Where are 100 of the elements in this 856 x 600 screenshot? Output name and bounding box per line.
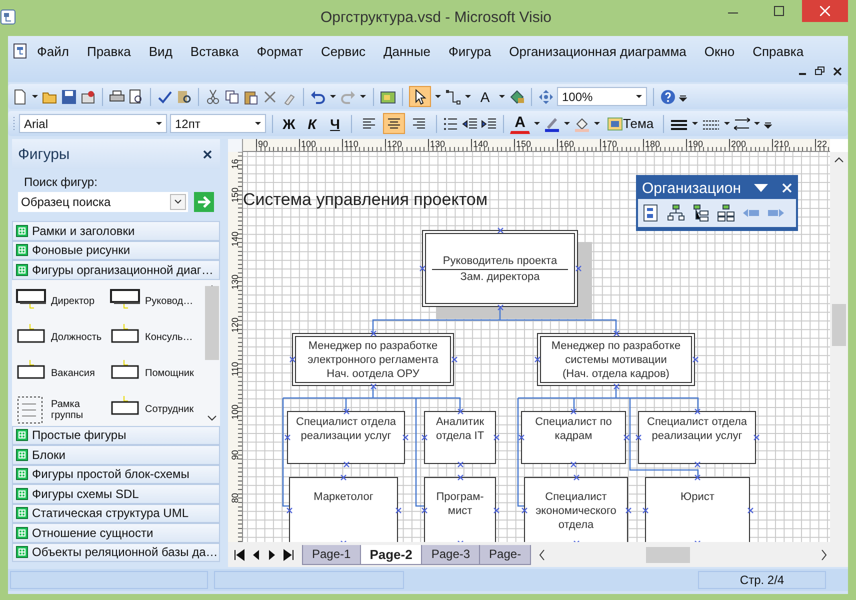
fill-bucket-icon[interactable] — [574, 116, 590, 132]
master-shape-item[interactable]: Консуль… — [110, 320, 204, 356]
previous-page-icon[interactable] — [251, 548, 261, 560]
new-document-icon[interactable] — [12, 88, 28, 104]
master-shape-item[interactable]: Руковод… — [110, 284, 204, 320]
save-icon[interactable] — [61, 88, 77, 104]
app-icon[interactable] — [0, 9, 16, 25]
connector-line[interactable] — [372, 306, 617, 334]
first-page-icon[interactable] — [234, 548, 245, 560]
org-chart-node[interactable]: Маркетолог — [289, 477, 398, 542]
stencil-item[interactable]: Объекты реляционной базы да… — [12, 542, 220, 562]
org-chart-node[interactable]: Специалист отдела реализации услуг — [638, 411, 756, 464]
maximize-icon[interactable] — [774, 6, 784, 16]
help-icon[interactable] — [660, 88, 676, 104]
theme-icon[interactable] — [607, 116, 623, 132]
page-tab[interactable]: Page-2 — [360, 544, 422, 564]
menu-item[interactable]: Организационная диаграмма — [500, 44, 696, 58]
menu-item[interactable]: Файл — [28, 44, 78, 58]
pan-icon[interactable] — [538, 88, 554, 104]
dropdown-arrow-icon[interactable] — [31, 92, 39, 101]
restore-icon[interactable] — [815, 66, 825, 76]
stencil-item[interactable]: Рамки и заголовки — [12, 221, 220, 240]
search-go-icon[interactable] — [194, 192, 214, 212]
menu-item[interactable]: Данные — [374, 44, 440, 58]
stencil-item[interactable]: Фигуры схемы SDL — [12, 484, 220, 504]
scrollbar-thumb[interactable] — [646, 546, 690, 562]
menu-item[interactable]: Сервис — [312, 44, 374, 58]
undo-icon[interactable] — [310, 88, 326, 104]
org-chart-node[interactable]: Юрист — [645, 477, 750, 542]
dropdown-arrow-icon[interactable] — [498, 92, 506, 101]
horizontal-layout-icon[interactable] — [667, 204, 685, 222]
menu-item[interactable]: Фигура — [439, 44, 500, 58]
master-shape-item[interactable]: Сотрудник — [110, 392, 204, 428]
page-tab[interactable]: Page-1 — [302, 544, 361, 564]
research-icon[interactable] — [176, 88, 192, 104]
dropdown-arrow-icon[interactable] — [635, 92, 643, 101]
dropdown-arrow-icon[interactable] — [155, 119, 163, 128]
theme-button[interactable]: Тема — [604, 113, 657, 134]
dropdown-arrow-icon[interactable] — [434, 92, 442, 101]
text-tool-button[interactable]: A — [475, 86, 495, 107]
dropdown-arrow-icon[interactable] — [593, 119, 601, 128]
italic-button[interactable]: К — [302, 113, 322, 134]
font-size-combo[interactable]: 12пт — [170, 114, 266, 133]
menu-item[interactable]: Справка — [744, 44, 813, 58]
fill-color-icon[interactable] — [509, 88, 525, 104]
dropdown-arrow-icon[interactable] — [464, 92, 472, 101]
menu-item[interactable]: Окно — [695, 44, 744, 58]
last-page-icon[interactable] — [283, 548, 294, 560]
page-tab[interactable]: Page- — [479, 544, 532, 564]
zoom-combo[interactable]: 100% — [557, 87, 647, 106]
stencil-item[interactable]: Простые фигуры — [12, 426, 220, 445]
org-chart-node[interactable]: Специалист по кадрам — [521, 411, 626, 464]
menu-item[interactable]: Вид — [140, 44, 182, 58]
scroll-up-icon[interactable] — [834, 156, 844, 164]
dropdown-arrow-icon[interactable] — [329, 92, 337, 101]
search-field[interactable]: Образец поиска — [18, 192, 188, 212]
font-color-button[interactable]: A — [510, 114, 530, 134]
stencil-item[interactable]: Блоки — [12, 445, 220, 464]
org-chart-node[interactable]: Аналитик отдела IT — [424, 411, 496, 464]
bold-button[interactable]: Ж — [279, 113, 299, 134]
font-combo[interactable]: Arial — [19, 114, 167, 133]
spelling-icon[interactable] — [157, 88, 173, 104]
org-chart-node[interactable]: Менеджер по разработке системы мотивации (Нач. отдела кадров) — [537, 333, 695, 386]
master-shape-item[interactable]: Директор — [16, 284, 110, 320]
org-chart-node[interactable]: Менеджер по разработке электронного регламента Нач. оотдела ОРУ — [292, 333, 454, 386]
master-shape-item[interactable]: Рамка группы — [16, 392, 110, 428]
next-page-icon[interactable] — [267, 548, 277, 560]
scroll-right-icon[interactable] — [820, 548, 828, 560]
paste-icon[interactable] — [243, 88, 259, 104]
master-shape-item[interactable]: Вакансия — [16, 356, 110, 392]
page-tab[interactable]: Page-3 — [421, 544, 480, 564]
menu-item[interactable]: Формат — [248, 44, 312, 58]
delete-icon[interactable] — [262, 88, 278, 104]
org-chart-node[interactable]: Програм- мист — [424, 477, 496, 542]
line-ends-icon[interactable] — [734, 116, 750, 132]
master-shape-item[interactable]: Должность — [16, 320, 110, 356]
org-chart-node[interactable]: Руководитель проекта Зам. директора — [422, 230, 578, 307]
dropdown-arrow-icon[interactable] — [722, 119, 731, 128]
stencil-item[interactable]: Статическая структура UML — [12, 504, 220, 523]
stencil-item[interactable]: Фигуры организационной диаг… — [12, 260, 220, 280]
underline-button[interactable]: Ч — [325, 113, 345, 134]
scrollbar-thumb[interactable] — [205, 286, 219, 360]
dropdown-arrow-icon[interactable] — [754, 183, 768, 193]
vertical-layout-icon[interactable] — [692, 204, 710, 222]
permission-icon[interactable] — [80, 88, 96, 104]
connector-icon[interactable] — [445, 88, 461, 104]
dropdown-arrow-icon[interactable] — [254, 119, 262, 128]
dropdown-arrow-icon[interactable] — [533, 119, 541, 128]
shapes-window-icon[interactable] — [380, 88, 396, 104]
stencil-item[interactable]: Фоновые рисунки — [12, 240, 220, 260]
dropdown-arrow-icon[interactable] — [690, 119, 699, 128]
dropdown-arrow-icon[interactable] — [752, 119, 761, 128]
bullets-icon[interactable] — [443, 116, 459, 132]
copy-icon[interactable] — [224, 88, 240, 104]
increase-indent-icon[interactable] — [481, 116, 497, 132]
menu-item[interactable]: Правка — [78, 44, 140, 58]
drawing-canvas[interactable] — [243, 152, 830, 542]
dropdown-arrow-icon[interactable] — [359, 92, 367, 101]
print-icon[interactable] — [109, 88, 125, 104]
close-icon[interactable] — [833, 66, 842, 76]
